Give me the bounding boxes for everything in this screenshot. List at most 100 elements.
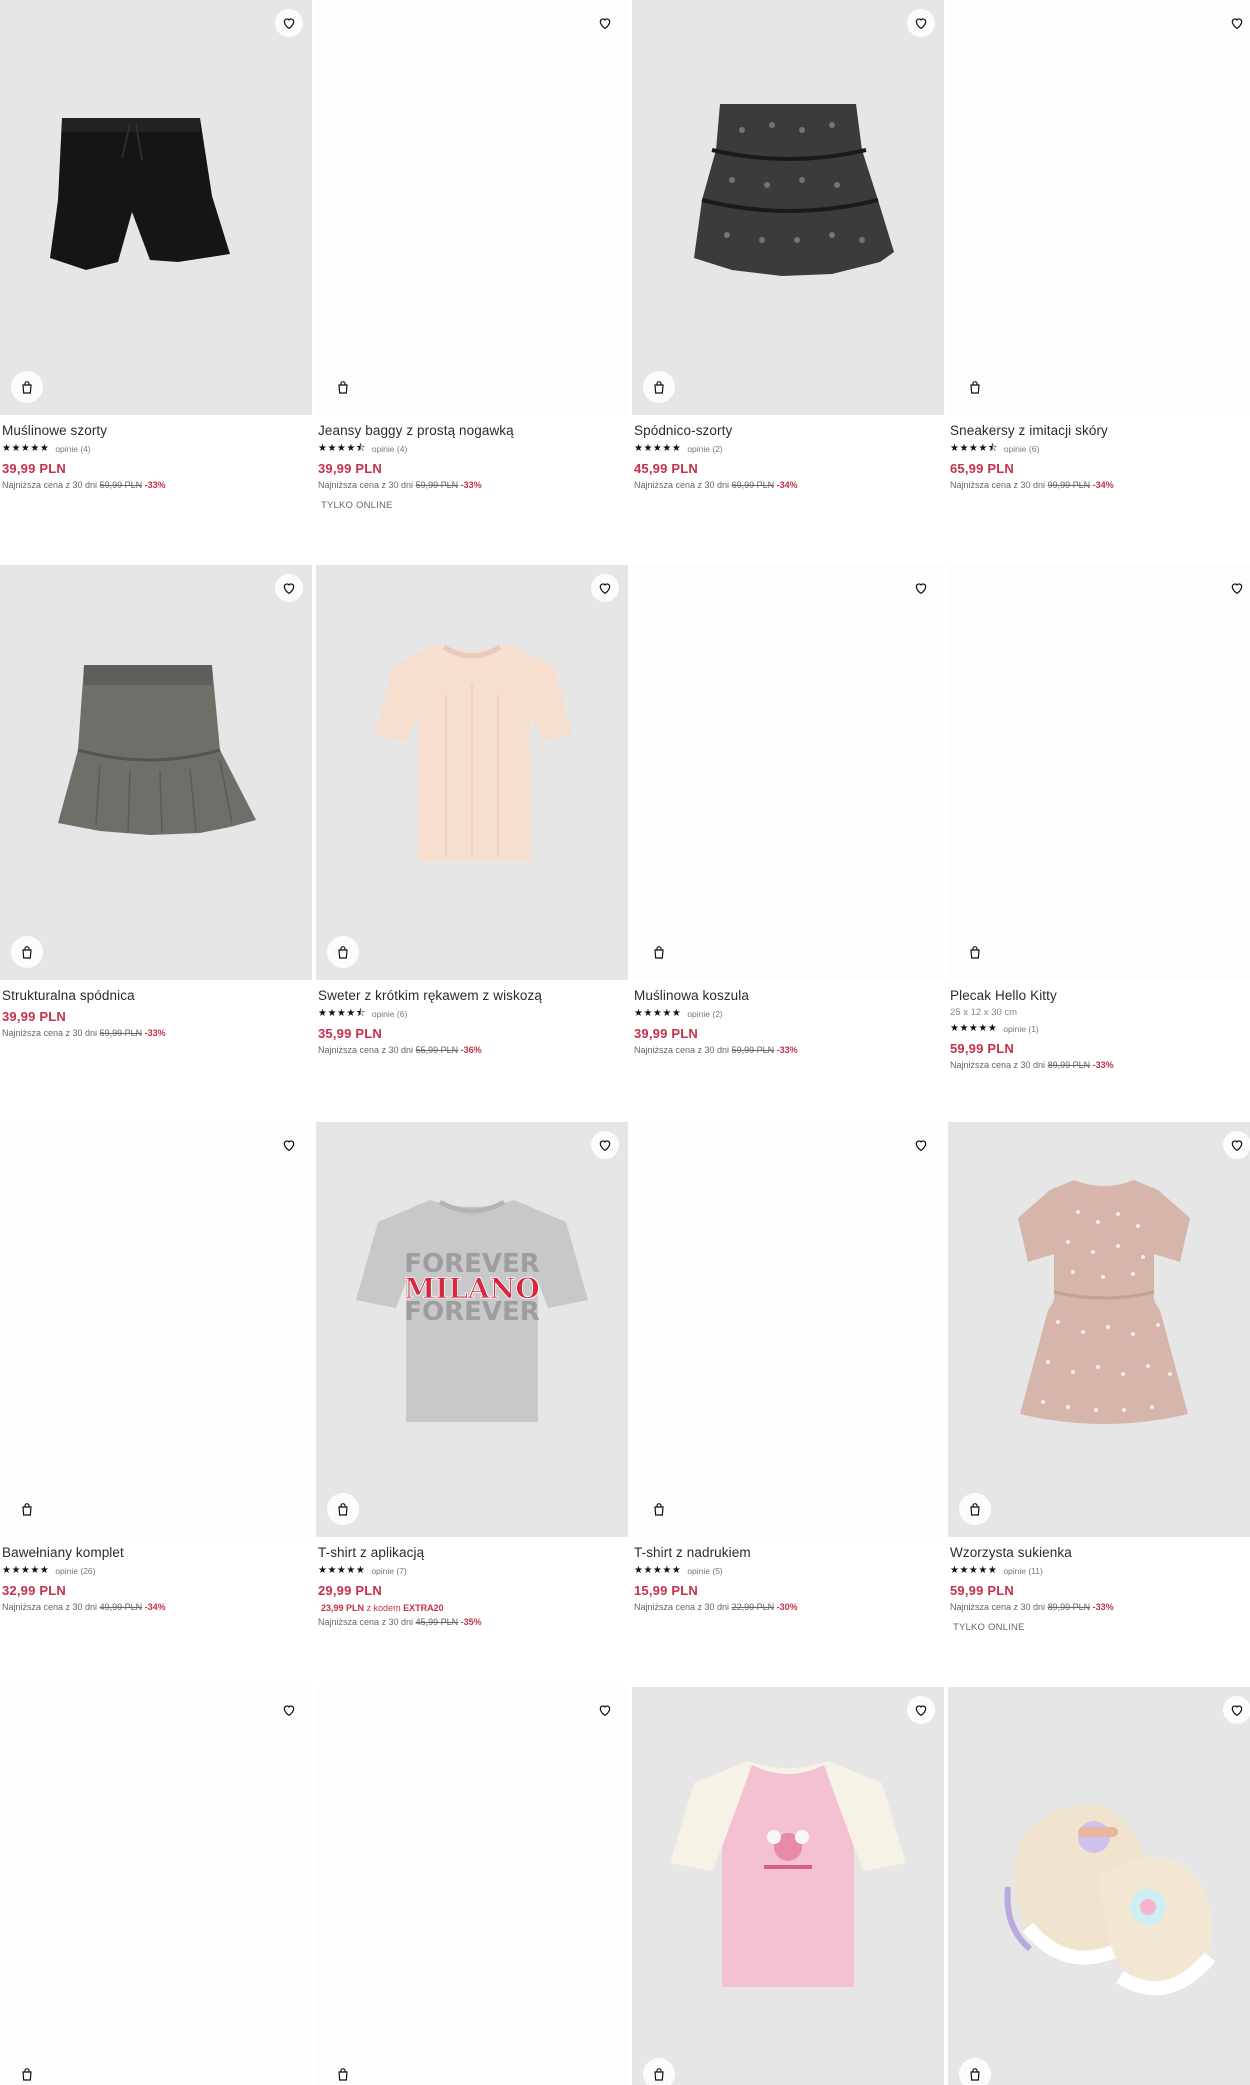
product-card[interactable]: Jeansy baggy z prostą nogawką ★★★★⯪ opini…: [316, 0, 628, 511]
shopping-bag-icon[interactable]: [643, 1493, 675, 1525]
product-name[interactable]: Sweter z krótkim rękawem z wiskozą: [318, 988, 628, 1004]
price: 39,99 PLN: [634, 1026, 698, 1041]
lowest-price-info: Najniższa cena z 30 dni 59,99 PLN -33%: [634, 1045, 798, 1055]
shopping-bag-icon[interactable]: [959, 1493, 991, 1525]
product-name[interactable]: Jeansy baggy z prostą nogawką: [318, 423, 628, 439]
heart-icon[interactable]: [907, 574, 935, 602]
product-image[interactable]: [632, 565, 944, 980]
product-name[interactable]: Bawełniany komplet: [2, 1545, 312, 1561]
shopping-bag-icon[interactable]: [959, 936, 991, 968]
product-dimensions: 25 x 12 x 30 cm: [950, 1007, 1018, 1018]
product-name[interactable]: Spódnico-szorty: [634, 423, 944, 439]
product-card[interactable]: Sweter z krótkim rękawem z wiskozą ★★★★⯪…: [316, 565, 628, 1055]
product-name[interactable]: T-shirt z aplikacją: [318, 1545, 628, 1561]
heart-icon[interactable]: [907, 1696, 935, 1724]
product-card[interactable]: Sneakersy z imitacji skóry ★★★★⯪ opinie (…: [948, 0, 1250, 490]
price: 39,99 PLN: [318, 461, 382, 476]
product-image[interactable]: [316, 0, 628, 415]
product-card[interactable]: FOREVER MILANO FOREVER T-shirt z aplikac…: [316, 1122, 628, 1627]
product-card[interactable]: Strukturalna spódnica 39,99 PLN Najniższ…: [0, 565, 312, 1038]
print-forever-bottom: FOREVER: [404, 1297, 540, 1327]
lowest-price-info: Najniższa cena z 30 dni 55,99 PLN -36%: [318, 1045, 482, 1055]
shopping-bag-icon[interactable]: [11, 2058, 43, 2085]
shopping-bag-icon[interactable]: [11, 1493, 43, 1525]
heart-icon[interactable]: [591, 9, 619, 37]
heart-icon[interactable]: [1223, 574, 1250, 602]
product-image[interactable]: [632, 1687, 944, 2085]
product-image[interactable]: [948, 1122, 1250, 1537]
product-card[interactable]: Bawełniany komplet ★★★★★ opinie (26) 32,9…: [0, 1122, 312, 1612]
lowest-price-info: Najniższa cena z 30 dni 99,99 PLN -34%: [950, 480, 1114, 490]
product-name[interactable]: Muślinowa koszula: [634, 988, 944, 1004]
product-image[interactable]: [632, 0, 944, 415]
product-name[interactable]: Strukturalna spódnica: [2, 988, 312, 1004]
product-name[interactable]: Plecak Hello Kitty: [950, 988, 1250, 1004]
heart-icon[interactable]: [1223, 1696, 1250, 1724]
star-icon: ★★★★★: [634, 1565, 682, 1576]
price: 32,99 PLN: [2, 1583, 66, 1598]
shopping-bag-icon[interactable]: [327, 2058, 359, 2085]
product-image[interactable]: [632, 1122, 944, 1537]
shopping-bag-icon[interactable]: [643, 371, 675, 403]
skirt-photo: [58, 665, 256, 835]
product-name[interactable]: Sneakersy z imitacji skóry: [950, 423, 1250, 439]
product-card[interactable]: Muślinowe szorty ★★★★★ opinie (4) 39,99 P…: [0, 0, 312, 490]
star-icon: ★★★★⯪: [318, 1008, 366, 1019]
heart-icon[interactable]: [275, 574, 303, 602]
product-image[interactable]: [948, 0, 1250, 415]
product-image[interactable]: [948, 1687, 1250, 2085]
sweater-photo: [374, 644, 572, 861]
product-name[interactable]: Muślinowe szorty: [2, 423, 312, 439]
product-card[interactable]: [316, 1687, 628, 2085]
shopping-bag-icon[interactable]: [11, 936, 43, 968]
star-icon: ★★★★★: [950, 1565, 998, 1576]
shopping-bag-icon[interactable]: [643, 936, 675, 968]
lowest-price-info: Najniższa cena z 30 dni 49,99 PLN -34%: [2, 1602, 166, 1612]
shopping-bag-icon[interactable]: [327, 1493, 359, 1525]
heart-icon[interactable]: [275, 9, 303, 37]
product-card[interactable]: [0, 1687, 312, 2085]
heart-icon[interactable]: [591, 1696, 619, 1724]
product-image[interactable]: [316, 1687, 628, 2085]
heart-icon[interactable]: [1223, 1131, 1250, 1159]
heart-icon[interactable]: [907, 1131, 935, 1159]
online-only-badge: TYLKO ONLINE: [953, 1622, 1025, 1633]
product-image[interactable]: [0, 1122, 312, 1537]
product-card[interactable]: T-shirt z nadrukiem ★★★★★ opinie (5) 15,9…: [632, 1122, 944, 1612]
shopping-bag-icon[interactable]: [11, 371, 43, 403]
product-name[interactable]: T-shirt z nadrukiem: [634, 1545, 944, 1561]
heart-icon[interactable]: [275, 1696, 303, 1724]
product-card[interactable]: Wzorzysta sukienka ★★★★★ opinie (11) 59,9…: [948, 1122, 1250, 1633]
shopping-bag-icon[interactable]: [327, 371, 359, 403]
reviews-count: opinie (4): [55, 443, 91, 454]
product-image[interactable]: [0, 1687, 312, 2085]
shopping-bag-icon[interactable]: [327, 936, 359, 968]
rating: ★★★★★ opinie (5): [634, 1565, 944, 1576]
heart-icon[interactable]: [275, 1131, 303, 1159]
heart-icon[interactable]: [591, 1131, 619, 1159]
product-image[interactable]: [0, 565, 312, 980]
product-card[interactable]: Spódnico-szorty ★★★★★ opinie (2) 45,99 PL…: [632, 0, 944, 490]
shopping-bag-icon[interactable]: [959, 2058, 991, 2085]
promo-code: EXTRA20: [403, 1603, 444, 1613]
reviews-count: opinie (6): [371, 1008, 408, 1019]
online-only-badge: TYLKO ONLINE: [321, 500, 393, 511]
tshirt-forever-milano-photo: FOREVER MILANO FOREVER: [356, 1199, 588, 1422]
heart-icon[interactable]: [1223, 9, 1250, 37]
product-image[interactable]: [0, 0, 312, 415]
price: 65,99 PLN: [950, 461, 1014, 476]
product-image[interactable]: [948, 565, 1250, 980]
product-image[interactable]: FOREVER MILANO FOREVER: [316, 1122, 628, 1537]
heart-icon[interactable]: [907, 9, 935, 37]
heart-icon[interactable]: [591, 574, 619, 602]
product-card[interactable]: Muślinowa koszula ★★★★★ opinie (2) 39,99 …: [632, 565, 944, 1055]
product-name[interactable]: Wzorzysta sukienka: [950, 1545, 1250, 1561]
shopping-bag-icon[interactable]: [643, 2058, 675, 2085]
lowest-price-info: Najniższa cena z 30 dni 22,99 PLN -30%: [634, 1602, 798, 1612]
product-card[interactable]: [948, 1687, 1250, 2085]
product-image[interactable]: [316, 565, 628, 980]
product-card[interactable]: Plecak Hello Kitty 25 x 12 x 30 cm ★★★★★…: [948, 565, 1250, 1070]
product-card[interactable]: [632, 1687, 944, 2085]
star-icon: ★★★★★: [2, 443, 50, 454]
shopping-bag-icon[interactable]: [959, 371, 991, 403]
